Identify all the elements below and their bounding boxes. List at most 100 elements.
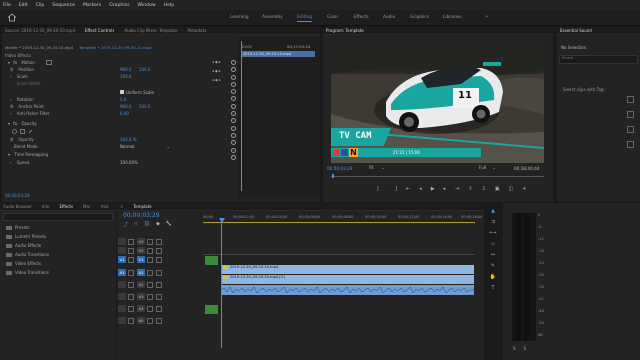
list-item[interactable]: Video Effects	[0, 259, 116, 268]
reset-icon[interactable]	[231, 147, 236, 153]
scrubber-playhead[interactable]	[332, 174, 334, 178]
menu-help[interactable]: Help	[164, 3, 174, 8]
uniform-scale-checkbox[interactable]	[120, 90, 124, 94]
source-patch[interactable]: V1	[118, 256, 126, 263]
source-patch[interactable]	[118, 305, 126, 312]
reset-icon[interactable]	[231, 111, 236, 117]
reset-icon[interactable]	[231, 67, 236, 73]
expand-arrow-icon[interactable]: ›	[10, 74, 12, 79]
blend-mode-select[interactable]: Normal ⌄	[120, 144, 172, 150]
tab-effect-controls[interactable]: Effect Controls	[85, 28, 114, 33]
program-video-frame[interactable]: 11 TV CAM N 21:21 | 15:00	[331, 44, 544, 163]
rotation-value[interactable]: 0.0	[120, 97, 126, 102]
lock-icon[interactable]	[128, 305, 134, 312]
sync-lock-icon[interactable]	[147, 293, 153, 300]
sync-lock-icon[interactable]	[147, 256, 153, 263]
lock-icon[interactable]	[128, 256, 134, 263]
time-remap-row[interactable]: ▾ Time Remapping	[8, 152, 48, 159]
effects-search-input[interactable]	[3, 213, 113, 221]
workspace-color[interactable]: Color	[327, 15, 338, 20]
ripple-edit-tool-icon[interactable]: ⟷	[489, 229, 497, 237]
eye-icon[interactable]	[156, 238, 162, 245]
zoom-select[interactable]: Fit ⌄	[369, 165, 391, 172]
stopwatch-icon[interactable]: ⏱	[10, 137, 13, 142]
menu-clip[interactable]: Clip	[36, 3, 45, 8]
track-target-label[interactable]: A5	[137, 317, 145, 324]
tab-effects[interactable]: Effects	[59, 204, 73, 209]
tab-template-sequence[interactable]: Template	[133, 204, 151, 209]
tab-metadata[interactable]: Metadata	[188, 28, 207, 33]
snap-icon[interactable]: ∩	[134, 221, 138, 228]
go-to-in-icon[interactable]: ⇤	[406, 186, 410, 192]
eye-icon[interactable]	[156, 247, 162, 254]
solo-right-button[interactable]: S	[524, 346, 527, 351]
opacity-value[interactable]: 100.0 %	[120, 137, 137, 142]
track-header-v1[interactable]: V1 V1	[118, 255, 202, 264]
track-header-v2[interactable]: V2	[118, 246, 202, 255]
motion-row[interactable]: ▾ fx Motion	[8, 60, 35, 67]
more-workspaces-icon[interactable]: »	[485, 14, 488, 20]
tab-program[interactable]: Program: Template	[326, 28, 364, 33]
hand-tool-icon[interactable]: ✋	[489, 273, 497, 281]
resolution-select[interactable]: Full ⌄	[479, 165, 501, 172]
keyframe-nav-icon[interactable]: ◂ ◆ ▸	[212, 69, 221, 76]
track-header-a3[interactable]: A3	[118, 292, 202, 301]
add-marker-icon[interactable]: ◆	[156, 221, 160, 228]
button-editor-icon[interactable]: +	[522, 186, 526, 192]
tag-button[interactable]	[627, 126, 634, 133]
ec-timecode[interactable]: 00;00;03;29	[5, 193, 29, 198]
menu-edit[interactable]: Edit	[19, 3, 28, 8]
track-target-label[interactable]: A1	[137, 269, 145, 276]
lock-icon[interactable]	[128, 247, 134, 254]
source-patch[interactable]	[118, 317, 126, 324]
expand-arrow-icon[interactable]: ▾	[8, 121, 10, 126]
anchor-x-value[interactable]: 960.0	[120, 104, 131, 109]
list-item[interactable]: Audio Transitions	[0, 250, 116, 259]
program-timecode[interactable]: 00;00;03;29	[327, 166, 353, 171]
list-item[interactable]: Presets	[0, 223, 116, 232]
playhead-handle-icon[interactable]	[218, 218, 225, 223]
mark-in-icon[interactable]: ⎸	[378, 186, 383, 192]
sync-lock-icon[interactable]	[147, 281, 153, 288]
antiflicker-value[interactable]: 0.00	[120, 111, 129, 116]
lock-icon[interactable]	[128, 293, 134, 300]
linked-selection-icon[interactable]: ⛓	[144, 221, 150, 228]
track-header-a2[interactable]: A2	[118, 280, 202, 289]
razor-tool-icon[interactable]: ◇	[489, 240, 497, 248]
track-header-a5[interactable]: A5	[118, 316, 202, 325]
green-clip[interactable]	[205, 256, 218, 265]
expand-arrow-icon[interactable]: ›	[10, 160, 12, 165]
rectangle-mask-icon[interactable]	[20, 129, 25, 134]
mute-icon[interactable]	[156, 281, 162, 288]
reset-icon[interactable]	[231, 125, 236, 131]
stopwatch-icon[interactable]: ⏱	[10, 104, 13, 109]
slip-tool-icon[interactable]: ↔	[489, 251, 497, 259]
lock-icon[interactable]	[128, 317, 134, 324]
eye-icon[interactable]	[156, 256, 162, 263]
workspace-assembly[interactable]: Assembly	[262, 15, 283, 20]
workspace-graphics[interactable]: Graphics	[410, 15, 429, 20]
sequence-clip-label[interactable]: Template * 2019-12-30_09-20-10.mp4	[79, 45, 152, 50]
sync-lock-icon[interactable]	[147, 238, 153, 245]
opacity-section-row[interactable]: ▾ fx Opacity	[8, 121, 37, 128]
workspace-learning[interactable]: Learning	[230, 15, 249, 20]
timeline-timecode[interactable]: 00;00;03;29	[123, 212, 160, 219]
lock-icon[interactable]	[128, 269, 134, 276]
speed-value[interactable]: 100.00%	[120, 160, 138, 165]
settings-wrench-icon[interactable]: 🔧	[166, 221, 172, 228]
master-clip-label[interactable]: Master * 2019-12-30_09-20-10.mp4	[5, 45, 73, 50]
position-x-value[interactable]: 960.0	[120, 67, 131, 72]
menu-graphics[interactable]: Graphics	[109, 3, 129, 8]
sync-lock-icon[interactable]	[147, 269, 153, 276]
workspace-effects[interactable]: Effects	[354, 15, 369, 20]
solo-left-button[interactable]: S	[513, 346, 516, 351]
reset-icon[interactable]	[231, 103, 236, 109]
extract-icon[interactable]: ⇩	[482, 186, 486, 192]
reset-icon[interactable]	[231, 60, 236, 65]
motion-transform-icon[interactable]	[46, 60, 52, 65]
track-target-label[interactable]: A2	[137, 281, 145, 288]
close-icon[interactable]: ×	[120, 204, 123, 209]
tab-history[interactable]: Hist	[101, 204, 109, 209]
play-icon[interactable]: ▶	[431, 186, 435, 192]
track-target-label[interactable]: A3	[137, 293, 145, 300]
